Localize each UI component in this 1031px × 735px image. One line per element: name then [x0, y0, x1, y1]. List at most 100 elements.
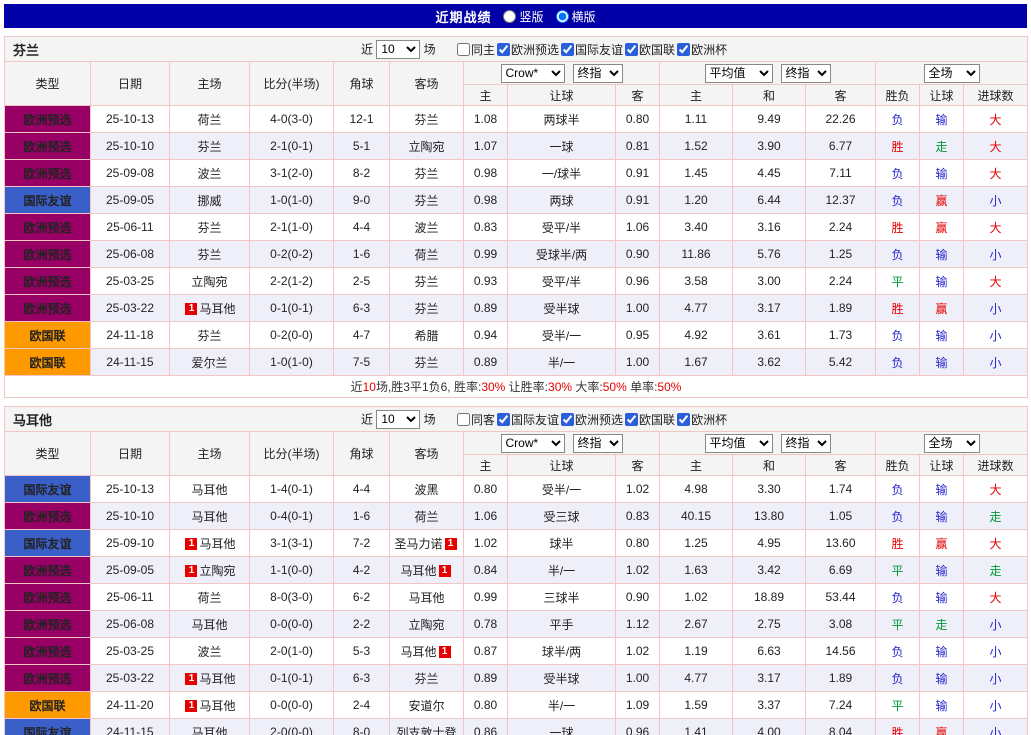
goals-cell: 走 [962, 502, 1029, 530]
score-cell: 0-1(0-1) [249, 664, 334, 692]
score-cell: 0-4(0-1) [249, 502, 334, 530]
checkbox-input-欧洲杯[interactable] [677, 412, 691, 426]
odds-home-cell: 0.87 [463, 637, 508, 665]
result-cell: 胜 [875, 213, 920, 241]
home-team: 荷兰 [169, 105, 250, 133]
avg-draw-cell: 9.49 [732, 105, 806, 133]
final-odds-select-1[interactable]: 终指 [572, 63, 623, 83]
layout-radio-horizontal[interactable]: 横版 [555, 8, 596, 25]
avg-away-cell: 5.42 [805, 348, 876, 376]
final-odds-select-2[interactable]: 终指 [780, 433, 831, 453]
away-team: 波黑 [389, 475, 464, 503]
odds-away-cell: 0.95 [615, 321, 660, 349]
result-cell: 负 [875, 159, 920, 187]
filter-checkbox-国际友谊[interactable]: 国际友谊 [561, 41, 623, 58]
odds-home-cell: 0.99 [463, 583, 508, 611]
filter-checkbox-欧洲杯[interactable]: 欧洲杯 [677, 411, 727, 428]
handicap-cell: 受平/半 [507, 267, 616, 295]
column-header: 日期 [90, 61, 170, 106]
handicap-result-cell: 赢 [919, 718, 964, 735]
odds-home-cell: 0.98 [463, 159, 508, 187]
type-badge: 欧洲预选 [4, 664, 91, 692]
avg-home-cell: 3.58 [659, 267, 733, 295]
filter-checkbox-欧洲预选[interactable]: 欧洲预选 [561, 411, 623, 428]
handicap-result-cell: 输 [919, 159, 964, 187]
score-cell: 1-0(1-0) [249, 186, 334, 214]
goals-cell: 小 [962, 348, 1029, 376]
date-cell: 25-10-10 [90, 132, 170, 160]
match-count-select[interactable]: 10 [376, 409, 421, 429]
corner-cell: 2-2 [333, 610, 390, 638]
filter-checkbox-同客[interactable]: 同客 [457, 411, 495, 428]
odds-home-cell: 0.89 [463, 664, 508, 692]
goals-cell: 小 [962, 240, 1029, 268]
home-team: 荷兰 [169, 583, 250, 611]
filter-checkbox-国际友谊[interactable]: 国际友谊 [497, 411, 559, 428]
scope-select[interactable]: 全场 [923, 433, 980, 453]
handicap-result-cell: 输 [919, 475, 964, 503]
away-team: 希腊 [389, 321, 464, 349]
filter-checkbox-欧国联[interactable]: 欧国联 [625, 411, 675, 428]
checkbox-input-国际友谊[interactable] [561, 42, 575, 56]
column-header: 日期 [90, 431, 170, 476]
average-select[interactable]: 平均值 [704, 433, 773, 453]
checkbox-input-欧洲杯[interactable] [677, 42, 691, 56]
avg-home-cell: 1.19 [659, 637, 733, 665]
column-subheader: 客 [615, 84, 660, 106]
bookmaker-select[interactable]: Crow* [500, 63, 565, 83]
odds-away-cell: 0.80 [615, 105, 660, 133]
corner-cell: 4-7 [333, 321, 390, 349]
score-cell: 2-1(1-0) [249, 213, 334, 241]
horizontal-radio-input[interactable] [555, 9, 569, 23]
filter-checkbox-欧洲预选[interactable]: 欧洲预选 [497, 41, 559, 58]
checkbox-input-同客[interactable] [457, 412, 470, 426]
checkbox-input-国际友谊[interactable] [497, 412, 511, 426]
checkbox-input-欧洲预选[interactable] [497, 42, 511, 56]
final-odds-select-1[interactable]: 终指 [572, 433, 623, 453]
score-cell: 4-0(3-0) [249, 105, 334, 133]
avg-away-cell: 1.74 [805, 475, 876, 503]
column-subheader: 让球 [507, 454, 616, 476]
odds-home-cell: 0.84 [463, 556, 508, 584]
handicap-result-cell: 输 [919, 240, 964, 268]
red-card-icon: 1 [438, 565, 451, 578]
average-select[interactable]: 平均值 [704, 63, 773, 83]
avg-draw-cell: 3.16 [732, 213, 806, 241]
type-badge: 欧洲预选 [4, 556, 91, 584]
checkbox-input-同主[interactable] [457, 42, 470, 56]
avg-home-cell: 1.25 [659, 529, 733, 557]
match-count-control: 近 10 场 [361, 409, 457, 429]
goals-cell: 大 [962, 267, 1029, 295]
checkbox-input-欧国联[interactable] [625, 412, 639, 426]
away-team: 列支敦士登 [389, 718, 464, 735]
handicap-cell: 受三球 [507, 502, 616, 530]
team-filter-row: 马耳他 近 10 场 同客 国际友谊 欧洲预选 欧国联 欧洲杯 [3, 406, 1029, 432]
handicap-cell: 受半球 [507, 664, 616, 692]
goals-cell: 小 [962, 294, 1029, 322]
home-team: 1 立陶宛 [169, 556, 250, 584]
filter-checkbox-欧洲杯[interactable]: 欧洲杯 [677, 41, 727, 58]
checkbox-input-欧洲预选[interactable] [561, 412, 575, 426]
goals-cell: 小 [962, 664, 1029, 692]
date-cell: 25-06-08 [90, 610, 170, 638]
odds-away-cell: 1.02 [615, 475, 660, 503]
layout-radio-vertical[interactable]: 竖版 [503, 8, 544, 25]
red-card-icon: 1 [185, 673, 198, 686]
type-badge: 欧洲预选 [4, 294, 91, 322]
filter-checkbox-同主[interactable]: 同主 [457, 41, 495, 58]
scope-select[interactable]: 全场 [923, 63, 980, 83]
match-count-control: 近 10 场 [361, 39, 457, 59]
bookmaker-select[interactable]: Crow* [500, 433, 565, 453]
away-team: 马耳他 [389, 583, 464, 611]
vertical-radio-input[interactable] [503, 9, 517, 23]
filter-checkbox-欧国联[interactable]: 欧国联 [625, 41, 675, 58]
checkbox-input-欧国联[interactable] [625, 42, 639, 56]
handicap-result-cell: 输 [919, 583, 964, 611]
final-odds-select-2[interactable]: 终指 [780, 63, 831, 83]
type-badge: 欧国联 [4, 348, 91, 376]
match-count-select[interactable]: 10 [376, 39, 421, 59]
away-team: 荷兰 [389, 502, 464, 530]
date-cell: 25-10-13 [90, 475, 170, 503]
score-cell: 0-1(0-1) [249, 294, 334, 322]
goals-cell: 大 [962, 105, 1029, 133]
